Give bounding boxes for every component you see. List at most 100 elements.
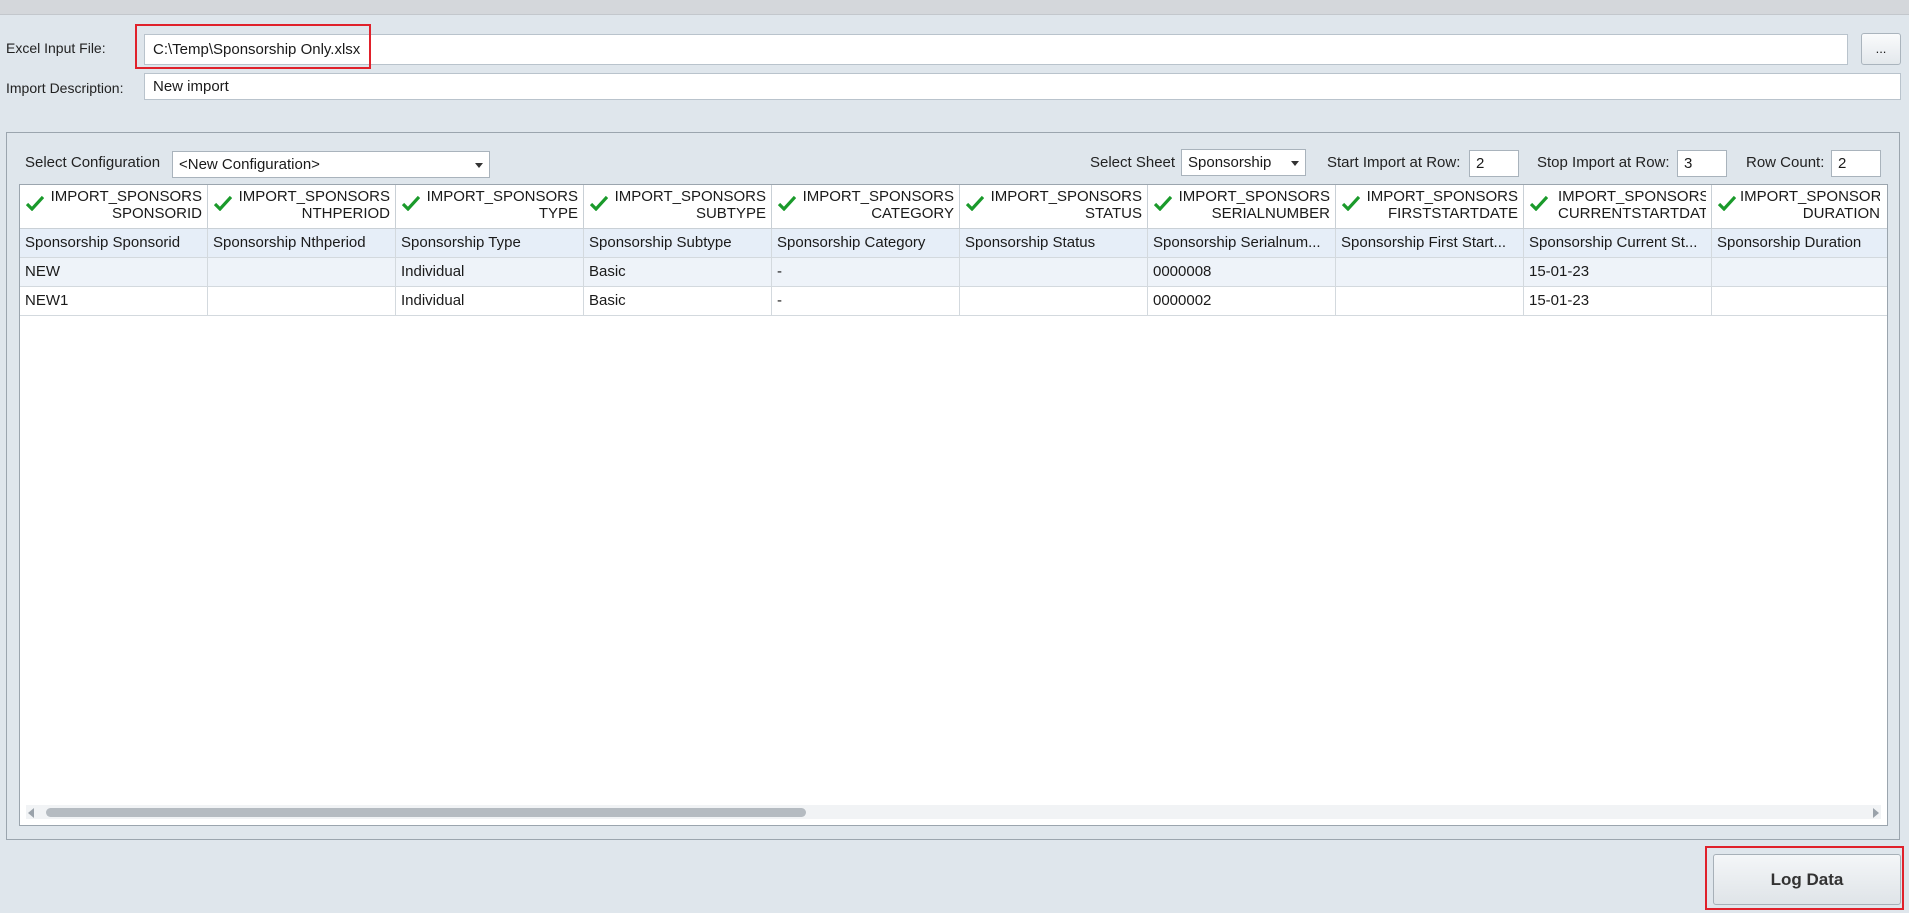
mapping-cell[interactable]: Sponsorship First Start... (1336, 229, 1524, 257)
scroll-left-icon[interactable] (28, 808, 34, 818)
column-header-status[interactable]: IMPORT_SPONSORS STATUS (960, 185, 1148, 228)
column-header-name: IMPORT_SPONSORS (1558, 188, 1706, 205)
checkmark-icon (590, 195, 608, 211)
scrollbar-thumb[interactable] (46, 808, 806, 817)
table-cell: Individual (396, 287, 584, 315)
checkmark-icon (1718, 195, 1736, 211)
column-header-sponsorid[interactable]: IMPORT_SPONSORS SPONSORID (20, 185, 208, 228)
table-cell: NEW1 (20, 287, 208, 315)
checkmark-icon (778, 195, 796, 211)
browse-button[interactable]: ... (1861, 33, 1901, 65)
scroll-right-icon[interactable] (1873, 808, 1879, 818)
mapping-cell[interactable]: Sponsorship Nthperiod (208, 229, 396, 257)
table-row[interactable]: NEW Individual Basic - 0000008 15-01-23 (20, 258, 1887, 287)
mapping-cell[interactable]: Sponsorship Status (960, 229, 1148, 257)
table-cell (960, 258, 1148, 286)
column-header-field: CURRENTSTARTDAT (1558, 205, 1706, 222)
checkmark-icon (1154, 195, 1172, 211)
column-header-field: SUBTYPE (695, 205, 766, 222)
column-header-currentstartdate[interactable]: IMPORT_SPONSORS CURRENTSTARTDAT (1524, 185, 1712, 228)
import-description-field[interactable]: New import (144, 73, 1901, 100)
horizontal-scrollbar[interactable] (26, 805, 1881, 819)
table-cell (1712, 287, 1887, 315)
mapping-row: Sponsorship Sponsorid Sponsorship Nthper… (20, 229, 1887, 258)
import-panel: Select Configuration <New Configuration>… (6, 132, 1900, 840)
column-header-field: STATUS (1085, 205, 1142, 222)
column-header-serialnumber[interactable]: IMPORT_SPONSORS SERIALNUMBER (1148, 185, 1336, 228)
table-cell (1336, 287, 1524, 315)
log-data-highlight (1705, 846, 1904, 910)
table-cell: 0000008 (1148, 258, 1336, 286)
column-header-name: IMPORT_SPONSORS (50, 188, 202, 205)
column-header-category[interactable]: IMPORT_SPONSORS CATEGORY (772, 185, 960, 228)
column-header-name: IMPORT_SPONSOR (1740, 188, 1880, 205)
select-sheet-label: Select Sheet (1090, 154, 1176, 171)
checkmark-icon (966, 195, 984, 211)
checkmark-icon (1530, 195, 1548, 211)
column-header-field: FIRSTSTARTDATE (1387, 205, 1518, 222)
checkmark-icon (1342, 195, 1360, 211)
mapping-cell[interactable]: Sponsorship Category (772, 229, 960, 257)
column-header-name: IMPORT_SPONSORS (802, 188, 954, 205)
window-title-bar (0, 0, 1909, 15)
column-header-field: CATEGORY (871, 205, 954, 222)
start-import-row-input[interactable]: 2 (1469, 150, 1519, 177)
column-header-name: IMPORT_SPONSORS (426, 188, 578, 205)
table-cell: Individual (396, 258, 584, 286)
table-cell: - (772, 258, 960, 286)
mapping-cell[interactable]: Sponsorship Current St... (1524, 229, 1712, 257)
column-header-name: IMPORT_SPONSORS (1366, 188, 1518, 205)
column-header-field: NTHPERIOD (301, 205, 390, 222)
column-header-field: TYPE (538, 205, 578, 222)
table-cell (208, 287, 396, 315)
checkmark-icon (214, 195, 232, 211)
sheet-dropdown[interactable]: Sponsorship (1181, 149, 1306, 176)
checkmark-icon (402, 195, 420, 211)
checkmark-icon (26, 195, 44, 211)
column-header-nthperiod[interactable]: IMPORT_SPONSORS NTHPERIOD (208, 185, 396, 228)
file-path-highlight (135, 24, 371, 69)
table-cell: Basic (584, 287, 772, 315)
grid-header-row: IMPORT_SPONSORS SPONSORID IMPORT_SPONSORS… (20, 185, 1887, 229)
table-cell: NEW (20, 258, 208, 286)
import-description-label: Import Description: (6, 80, 124, 96)
column-header-field: SERIALNUMBER (1211, 205, 1330, 222)
stop-import-row-label: Stop Import at Row: (1537, 154, 1670, 171)
table-row[interactable]: NEW1 Individual Basic - 0000002 15-01-23 (20, 287, 1887, 316)
column-header-name: IMPORT_SPONSORS (990, 188, 1142, 205)
stop-import-row-input[interactable]: 3 (1677, 150, 1727, 177)
column-header-field: DURATION (1802, 205, 1880, 222)
mapping-cell[interactable]: Sponsorship Type (396, 229, 584, 257)
column-header-subtype[interactable]: IMPORT_SPONSORS SUBTYPE (584, 185, 772, 228)
mapping-cell[interactable]: Sponsorship Serialnum... (1148, 229, 1336, 257)
column-header-name: IMPORT_SPONSORS (238, 188, 390, 205)
select-configuration-label: Select Configuration (25, 154, 161, 171)
mapping-cell[interactable]: Sponsorship Subtype (584, 229, 772, 257)
table-cell: 15-01-23 (1524, 258, 1712, 286)
row-count-label: Row Count: (1746, 154, 1825, 171)
column-header-firststartdate[interactable]: IMPORT_SPONSORS FIRSTSTARTDATE (1336, 185, 1524, 228)
mapping-cell[interactable]: Sponsorship Sponsorid (20, 229, 208, 257)
row-count-input[interactable]: 2 (1831, 150, 1881, 177)
table-cell (1336, 258, 1524, 286)
data-grid: IMPORT_SPONSORS SPONSORID IMPORT_SPONSORS… (19, 184, 1888, 826)
chevron-down-icon (475, 163, 483, 168)
table-cell (1712, 258, 1887, 286)
mapping-cell[interactable]: Sponsorship Duration (1712, 229, 1887, 257)
table-cell (208, 258, 396, 286)
column-header-name: IMPORT_SPONSORS (1178, 188, 1330, 205)
configuration-value: <New Configuration> (179, 156, 320, 173)
column-header-type[interactable]: IMPORT_SPONSORS TYPE (396, 185, 584, 228)
configuration-dropdown[interactable]: <New Configuration> (172, 151, 490, 178)
sheet-value: Sponsorship (1188, 154, 1272, 171)
excel-input-file-field[interactable]: C:\Temp\Sponsorship Only.xlsx (144, 34, 1848, 65)
table-cell: - (772, 287, 960, 315)
table-cell: Basic (584, 258, 772, 286)
table-cell: 0000002 (1148, 287, 1336, 315)
table-cell: 15-01-23 (1524, 287, 1712, 315)
column-header-name: IMPORT_SPONSORS (614, 188, 766, 205)
chevron-down-icon (1291, 161, 1299, 166)
start-import-row-label: Start Import at Row: (1327, 154, 1461, 171)
column-header-field: SPONSORID (111, 205, 202, 222)
column-header-duration[interactable]: IMPORT_SPONSOR DURATION (1712, 185, 1887, 228)
